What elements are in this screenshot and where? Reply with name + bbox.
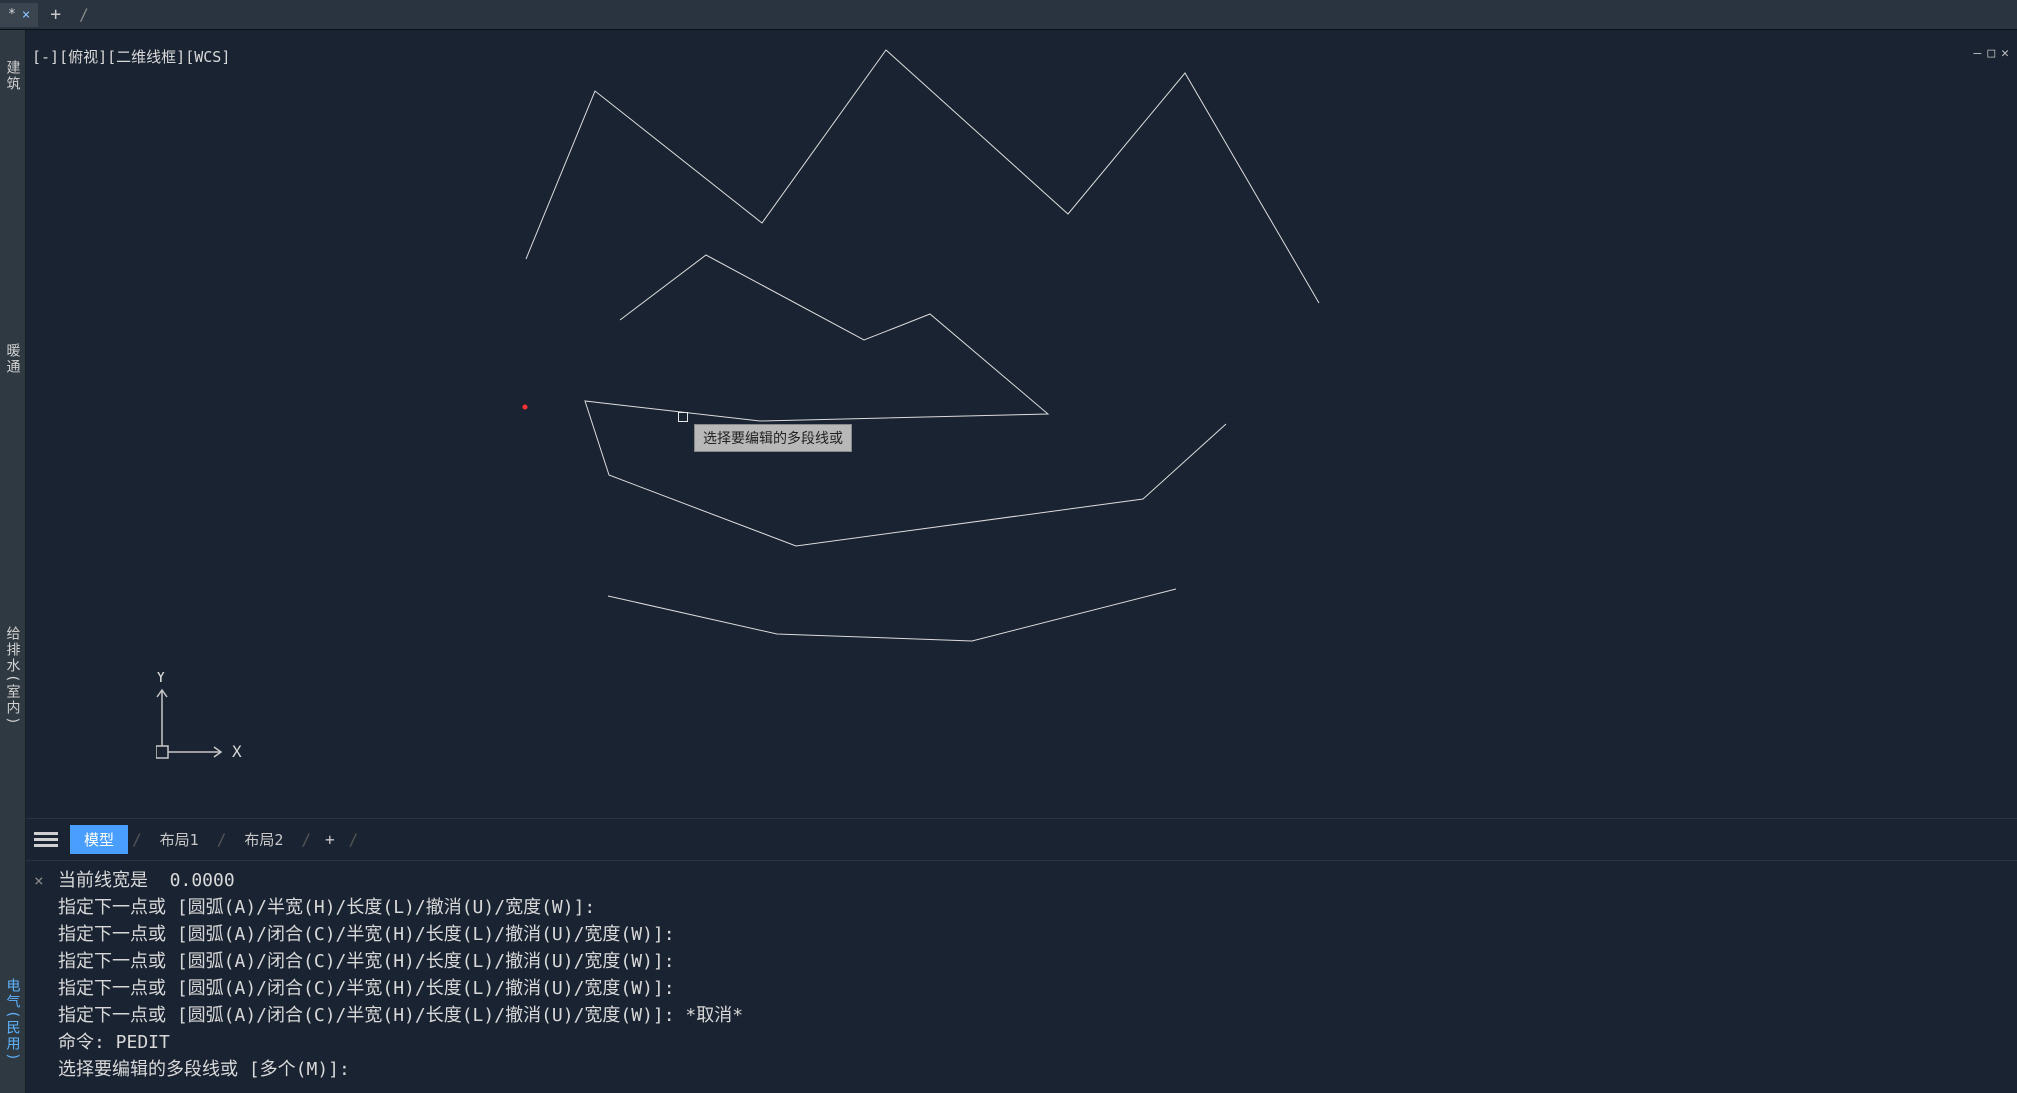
add-layout-button[interactable]: + bbox=[315, 830, 345, 849]
layout-sep-3: / bbox=[297, 830, 315, 849]
polyline-entity[interactable] bbox=[526, 50, 1319, 303]
command-history-line: 命令: PEDIT bbox=[58, 1029, 2009, 1056]
command-history-line: 当前线宽是 0.0000 bbox=[58, 867, 2009, 894]
ucs-y-label: Y bbox=[156, 672, 166, 686]
command-history-line: 指定下一点或 [圆弧(A)/半宽(H)/长度(L)/撤消(U)/宽度(W)]: bbox=[58, 894, 2009, 921]
cursor-tooltip: 选择要编辑的多段线或 bbox=[694, 424, 852, 452]
polyline-entity[interactable] bbox=[608, 589, 1176, 641]
tab-separator: / bbox=[73, 5, 95, 24]
command-history-line: 指定下一点或 [圆弧(A)/闭合(C)/半宽(H)/长度(L)/撤消(U)/宽度… bbox=[58, 921, 2009, 948]
red-marker bbox=[523, 405, 528, 410]
tab-layout1[interactable]: 布局1 bbox=[146, 825, 213, 854]
layout-sep-1: / bbox=[128, 830, 146, 849]
close-command-icon[interactable]: × bbox=[34, 869, 44, 893]
tool-palette-sidebar: 建筑 暖通 给排水(室内) 电气(民用) bbox=[0, 30, 26, 1093]
tab-label: * bbox=[8, 7, 16, 22]
layout-sep-2: / bbox=[213, 830, 231, 849]
drawing-tab-bar: * × + / bbox=[0, 0, 2017, 30]
command-history-line: 指定下一点或 [圆弧(A)/闭合(C)/半宽(H)/长度(L)/撤消(U)/宽度… bbox=[58, 948, 2009, 975]
command-history-line: 指定下一点或 [圆弧(A)/闭合(C)/半宽(H)/长度(L)/撤消(U)/宽度… bbox=[58, 1002, 2009, 1029]
layout-tab-bar: 模型 / 布局1 / 布局2 / + / bbox=[26, 818, 2017, 860]
sidebar-item-hvac[interactable]: 暖通 bbox=[0, 313, 27, 405]
layout-sep-4: / bbox=[345, 830, 363, 849]
drawing-canvas[interactable]: [-][俯视][二维线框][WCS] – □ ✕ 选择要编辑的多段线或 X Y bbox=[26, 30, 2017, 818]
sidebar-item-electrical[interactable]: 电气(民用) bbox=[0, 948, 27, 1093]
polyline-entity[interactable] bbox=[585, 255, 1226, 546]
command-history: 当前线宽是 0.0000指定下一点或 [圆弧(A)/半宽(H)/长度(L)/撤消… bbox=[58, 867, 2009, 1083]
command-line-panel[interactable]: × 当前线宽是 0.0000指定下一点或 [圆弧(A)/半宽(H)/长度(L)/… bbox=[26, 860, 2017, 1093]
command-history-line: 选择要编辑的多段线或 [多个(M)]: bbox=[58, 1056, 2009, 1083]
add-tab-button[interactable]: + bbox=[38, 4, 73, 25]
sidebar-item-architecture[interactable]: 建筑 bbox=[0, 30, 27, 122]
drawing-svg bbox=[26, 30, 2017, 818]
tab-model[interactable]: 模型 bbox=[70, 825, 128, 854]
hamburger-icon[interactable] bbox=[34, 828, 58, 852]
ucs-x-label: X bbox=[232, 742, 242, 761]
tab-layout2[interactable]: 布局2 bbox=[230, 825, 297, 854]
close-icon[interactable]: × bbox=[22, 7, 30, 23]
sidebar-item-plumbing[interactable]: 给排水(室内) bbox=[0, 596, 27, 757]
command-history-line: 指定下一点或 [圆弧(A)/闭合(C)/半宽(H)/长度(L)/撤消(U)/宽度… bbox=[58, 975, 2009, 1002]
ucs-icon: X Y bbox=[156, 672, 266, 782]
active-tab[interactable]: * × bbox=[0, 3, 38, 27]
